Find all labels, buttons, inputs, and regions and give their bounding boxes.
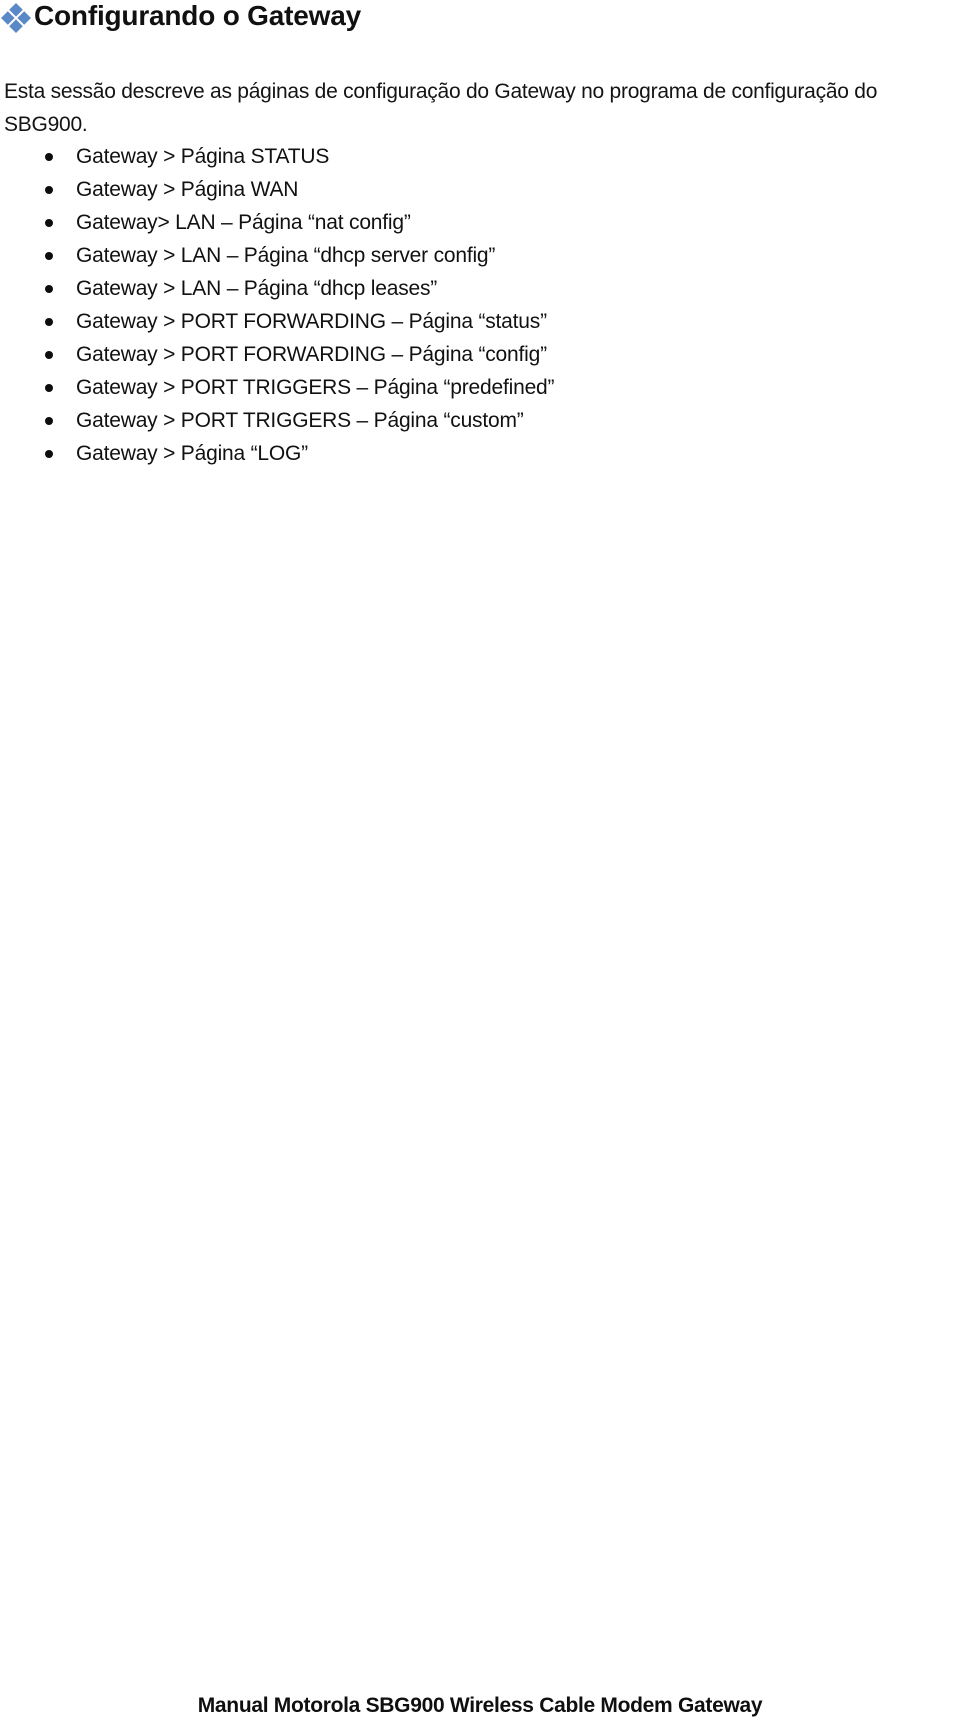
list-item: Gateway > Página STATUS xyxy=(0,140,900,173)
list-item-label: Gateway > PORT FORWARDING – Página “conf… xyxy=(76,343,547,366)
page-footer: Manual Motorola SBG900 Wireless Cable Mo… xyxy=(197,1694,763,1717)
round-bullet-icon xyxy=(45,384,53,392)
list-item: Gateway > PORT FORWARDING – Página “stat… xyxy=(0,305,900,338)
round-bullet-icon xyxy=(45,252,53,260)
list-item: Gateway > Página WAN xyxy=(0,173,900,206)
list-item: Gateway > PORT TRIGGERS – Página “custom… xyxy=(0,404,900,437)
round-bullet-icon xyxy=(45,318,53,326)
list-item-label: Gateway > Página STATUS xyxy=(76,145,330,168)
list-item: Gateway> LAN – Página “nat config” xyxy=(0,206,900,239)
round-bullet-icon xyxy=(45,153,53,161)
list-item: Gateway > PORT FORWARDING – Página “conf… xyxy=(0,338,900,371)
intro-paragraph: Esta sessão descreve as páginas de confi… xyxy=(4,80,878,136)
round-bullet-icon xyxy=(45,417,53,425)
page-title: Configurando o Gateway xyxy=(34,0,361,31)
round-bullet-icon xyxy=(45,186,53,194)
list-item: Gateway > PORT TRIGGERS – Página “predef… xyxy=(0,371,900,404)
document-page: Configurando o Gateway Esta sessão descr… xyxy=(0,0,960,1736)
round-bullet-icon xyxy=(45,351,53,359)
list-item-label: Gateway > Página “LOG” xyxy=(76,442,308,465)
page-heading: Configurando o Gateway xyxy=(0,0,900,34)
round-bullet-icon xyxy=(45,219,53,227)
list-item-label: Gateway> LAN – Página “nat config” xyxy=(76,211,411,234)
list-item-label: Gateway > Página WAN xyxy=(76,178,299,201)
list-item-label: Gateway > PORT TRIGGERS – Página “predef… xyxy=(76,376,555,399)
round-bullet-icon xyxy=(45,450,53,458)
list-item-label: Gateway > LAN – Página “dhcp server conf… xyxy=(76,244,496,267)
list-item: Gateway > Página “LOG” xyxy=(0,437,900,470)
list-item-label: Gateway > PORT FORWARDING – Página “stat… xyxy=(76,310,547,333)
list-item: Gateway > LAN – Página “dhcp leases” xyxy=(0,272,900,305)
gateway-pages-list: Gateway > Página STATUS Gateway > Página… xyxy=(0,140,900,470)
round-bullet-icon xyxy=(45,285,53,293)
list-item: Gateway > LAN – Página “dhcp server conf… xyxy=(0,239,900,272)
list-item-label: Gateway > PORT TRIGGERS – Página “custom… xyxy=(76,409,524,432)
diamond-cluster-icon xyxy=(0,2,34,34)
list-item-label: Gateway > LAN – Página “dhcp leases” xyxy=(76,277,438,300)
